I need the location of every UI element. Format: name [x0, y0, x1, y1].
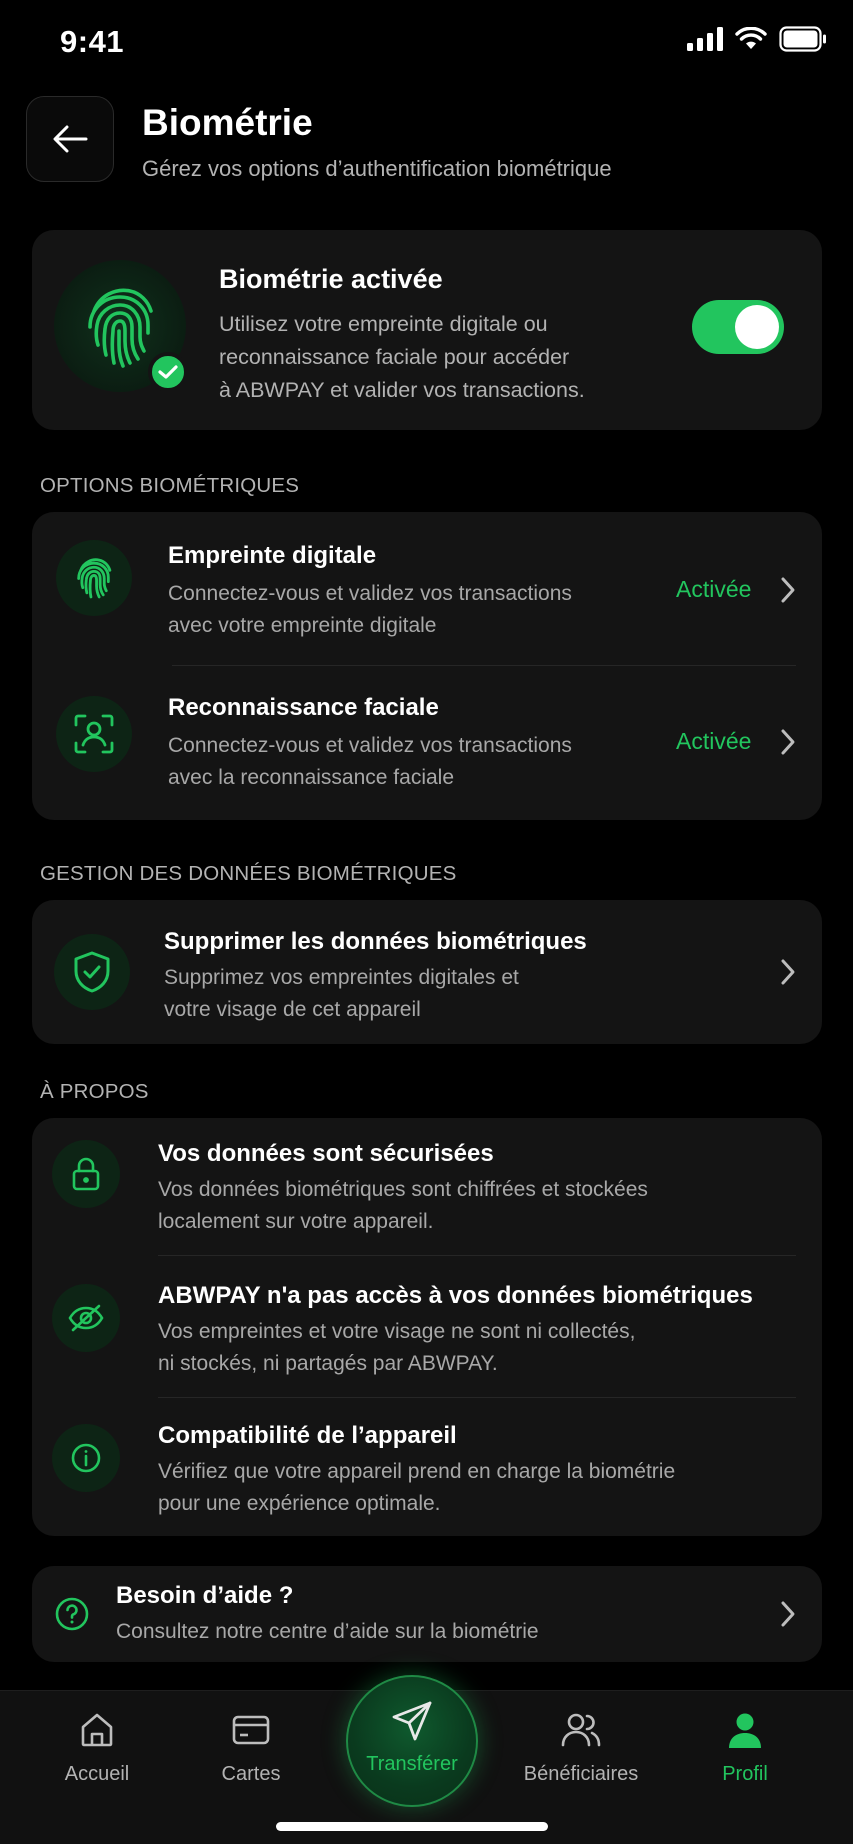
- nav-item-cartes[interactable]: Cartes: [176, 1705, 326, 1786]
- help-card[interactable]: Besoin d’aide ? Consultez notre centre d…: [32, 1566, 822, 1662]
- card-icon: [232, 1715, 270, 1745]
- about-title: Vos données sont sécurisées: [158, 1140, 494, 1167]
- bottom-navigation: Accueil Cartes Transférer Bénéficiaires …: [0, 1675, 853, 1844]
- chevron-right-icon: [781, 577, 795, 603]
- send-icon: [392, 1701, 432, 1741]
- arrow-left-icon: [53, 125, 88, 153]
- home-indicator: [276, 1822, 548, 1831]
- shield-check-icon: [54, 934, 130, 1010]
- about-card: Vos données sont sécurisées Vos données …: [32, 1118, 822, 1536]
- nav-label: Profil: [722, 1763, 768, 1785]
- toggle-knob: [735, 305, 779, 349]
- page-header: Biométrie Gérez vos options d’authentifi…: [26, 96, 827, 184]
- users-icon: [561, 1713, 601, 1747]
- about-row-privacy: ABWPAY n'a pas accès à vos données biomé…: [32, 1256, 822, 1398]
- biometry-status-card: Biométrie activée Utilisez votre emprein…: [32, 230, 822, 430]
- about-description: Vos données biométriques sont chiffrées …: [158, 1178, 648, 1233]
- nav-item-transferer[interactable]: Transférer: [346, 1675, 478, 1807]
- page-subtitle: Gérez vos options d’authentification bio…: [142, 156, 612, 181]
- option-title: Reconnaissance faciale: [168, 694, 439, 721]
- fingerprint-icon: [56, 540, 132, 616]
- nav-label: Accueil: [64, 1763, 130, 1785]
- chevron-right-icon: [781, 1601, 795, 1627]
- status-bar: 9:41: [0, 0, 853, 84]
- section-label-data: GESTION DES DONNÉES BIOMÉTRIQUES: [40, 862, 457, 885]
- fingerprint-icon: [88, 288, 153, 368]
- about-row-compat: Compatibilité de l’appareil Vérifiez que…: [32, 1398, 822, 1536]
- help-circle-icon: [55, 1597, 89, 1631]
- battery-icon: [779, 26, 826, 52]
- section-label-about: À PROPOS: [40, 1080, 149, 1103]
- nav-item-beneficiaires[interactable]: Bénéficiaires: [506, 1705, 656, 1786]
- about-description: Vos empreintes et votre visage ne sont n…: [158, 1320, 636, 1375]
- wifi-icon: [735, 27, 767, 49]
- hero-title: Biométrie activée: [219, 264, 443, 294]
- profile-icon: [729, 1713, 761, 1748]
- delete-data-title: Supprimer les données biométriques: [164, 928, 587, 955]
- check-badge-icon: [148, 352, 188, 392]
- about-title: Compatibilité de l’appareil: [158, 1422, 457, 1449]
- lock-icon: [52, 1140, 120, 1208]
- option-status: Activée: [676, 728, 752, 754]
- signal-icon: [687, 27, 723, 51]
- help-description: Consultez notre centre d’aide sur la bio…: [116, 1620, 539, 1643]
- option-title: Empreinte digitale: [168, 542, 377, 569]
- section-label-options: OPTIONS BIOMÉTRIQUES: [40, 474, 300, 497]
- about-description: Vérifiez que votre appareil prend en cha…: [158, 1460, 676, 1515]
- option-status: Activée: [676, 576, 752, 602]
- nav-item-profil[interactable]: Profil: [670, 1705, 820, 1786]
- chevron-right-icon: [781, 729, 795, 755]
- about-row-secure: Vos données sont sécurisées Vos données …: [32, 1118, 822, 1256]
- help-title: Besoin d’aide ?: [116, 1582, 294, 1609]
- back-button[interactable]: [26, 96, 114, 182]
- biometric-options-card: Empreinte digitale Connectez-vous et val…: [32, 512, 822, 820]
- option-row-fingerprint[interactable]: Empreinte digitale Connectez-vous et val…: [32, 512, 822, 666]
- chevron-right-icon: [781, 959, 795, 985]
- status-icons: [687, 26, 827, 52]
- page-title: Biométrie: [142, 102, 313, 143]
- option-row-face[interactable]: Reconnaissance faciale Connectez-vous et…: [32, 666, 822, 820]
- delete-data-card[interactable]: Supprimer les données biométriques Suppr…: [32, 900, 822, 1044]
- nav-item-accueil[interactable]: Accueil: [22, 1705, 172, 1786]
- option-description: Connectez-vous et validez vos transactio…: [168, 734, 572, 789]
- delete-data-description: Supprimez vos empreintes digitales et vo…: [164, 966, 519, 1021]
- option-description: Connectez-vous et validez vos transactio…: [168, 582, 572, 637]
- info-icon: [52, 1424, 120, 1492]
- hero-description: Utilisez votre empreinte digitale ou rec…: [219, 312, 585, 402]
- nav-label: Cartes: [221, 1763, 281, 1785]
- eye-off-icon: [52, 1284, 120, 1352]
- nav-label: Transférer: [366, 1753, 458, 1775]
- face-scan-icon: [56, 696, 132, 772]
- about-title: ABWPAY n'a pas accès à vos données biomé…: [158, 1282, 753, 1309]
- home-icon: [81, 1713, 113, 1747]
- status-time: 9:41: [60, 24, 125, 59]
- nav-label: Bénéficiaires: [523, 1763, 639, 1785]
- biometry-toggle[interactable]: [692, 300, 784, 354]
